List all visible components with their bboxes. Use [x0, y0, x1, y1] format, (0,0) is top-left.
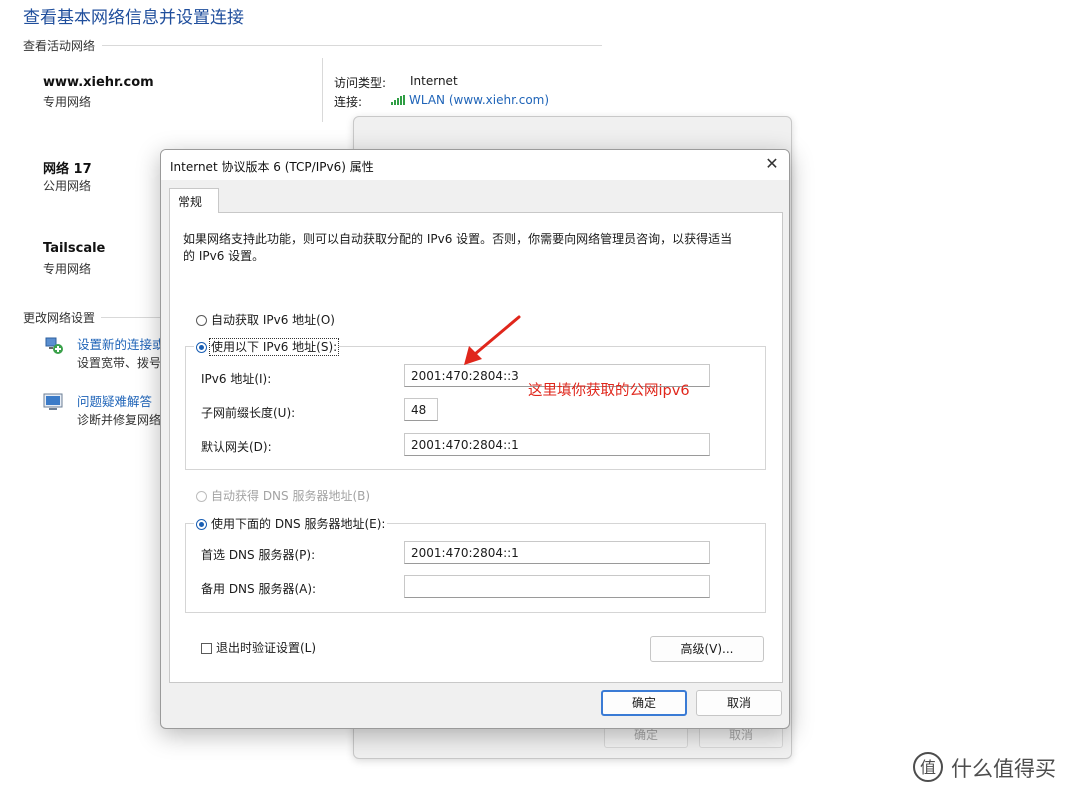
network-type[interactable]: 专用网络 — [43, 260, 91, 277]
network-type[interactable]: 专用网络 — [43, 93, 91, 110]
advanced-button[interactable]: 高级(V)... — [650, 636, 764, 662]
auto-dns-radio: 自动获得 DNS 服务器地址(B) — [196, 487, 370, 504]
gateway-input[interactable]: 2001:470:2804::1 — [404, 433, 710, 456]
watermark-text: 什么值得买 — [951, 757, 1056, 781]
dns-server-group — [185, 523, 766, 613]
radio-circle-selected — [196, 342, 207, 353]
watermark-logo-glyph: 值 — [920, 758, 936, 777]
manual-dns-label: 使用下面的 DNS 服务器地址(E): — [211, 517, 386, 531]
access-type-value: Internet — [410, 74, 458, 88]
setup-connection-link[interactable]: 设置新的连接或 — [77, 334, 165, 353]
red-arrow-icon — [464, 315, 521, 365]
auto-ipv6-radio[interactable]: 自动获取 IPv6 地址(O) — [196, 311, 335, 328]
network-name: 网络 17 — [43, 162, 92, 177]
wifi-signal-icon — [391, 95, 405, 105]
change-settings-header: 更改网络设置 — [23, 311, 96, 325]
radio-circle-disabled — [196, 491, 207, 502]
setup-connection-desc: 设置宽带、拨号 — [77, 356, 162, 370]
description-line: 如果网络支持此功能，则可以自动获取分配的 IPv6 设置。否则，你需要向网络管理… — [183, 232, 733, 246]
manual-dns-radio[interactable]: 使用下面的 DNS 服务器地址(E): — [194, 515, 388, 532]
troubleshoot-icon — [43, 393, 63, 410]
radio-circle-selected — [196, 519, 207, 530]
page-title: 查看基本网络信息并设置连接 — [23, 8, 244, 28]
ipv6-address-label: IPv6 地址(I): — [201, 372, 272, 386]
tab-general[interactable]: 常规 — [169, 188, 219, 213]
alternate-dns-label: 备用 DNS 服务器(A): — [201, 582, 317, 596]
active-networks-header: 查看活动网络 — [23, 39, 96, 53]
gateway-label: 默认网关(D): — [201, 440, 272, 454]
manual-ipv6-radio[interactable]: 使用以下 IPv6 地址(S): — [194, 338, 340, 356]
dialog-description: 如果网络支持此功能，则可以自动获取分配的 IPv6 设置。否则，你需要向网络管理… — [183, 231, 753, 265]
connection-label: 连接: — [334, 95, 363, 109]
preferred-dns-input[interactable]: 2001:470:2804::1 — [404, 541, 710, 564]
validate-on-exit-label: 退出时验证设置(L) — [216, 641, 317, 655]
ipv6-properties-dialog: Internet 协议版本 6 (TCP/IPv6) 属性 ✕ 常规 如果网络支… — [160, 149, 790, 729]
close-icon[interactable]: ✕ — [761, 153, 783, 175]
auto-dns-label: 自动获得 DNS 服务器地址(B) — [211, 489, 371, 503]
network-type[interactable]: 公用网络 — [43, 177, 91, 194]
description-line: 的 IPv6 设置。 — [183, 249, 265, 263]
network-name: Tailscale — [43, 241, 106, 256]
section-divider — [102, 45, 602, 46]
connection-value[interactable]: WLAN (www.xiehr.com) — [409, 93, 549, 107]
annotation-text: 这里填你获取的公网ipv6 — [528, 383, 690, 399]
cancel-button[interactable]: 取消 — [696, 690, 782, 716]
ok-button[interactable]: 确定 — [601, 690, 687, 716]
auto-ipv6-label: 自动获取 IPv6 地址(O) — [211, 313, 335, 327]
access-type-label: 访问类型: — [334, 76, 387, 90]
network-name: www.xiehr.com — [43, 75, 154, 90]
troubleshoot-link[interactable]: 问题疑难解答 — [77, 391, 152, 410]
manual-ipv6-label: 使用以下 IPv6 地址(S): — [208, 338, 340, 356]
radio-circle — [196, 315, 207, 326]
prefix-length-input[interactable]: 48 — [404, 398, 438, 421]
troubleshoot-desc: 诊断并修复网络 — [77, 413, 162, 427]
connection-link[interactable]: WLAN (www.xiehr.com) — [391, 93, 549, 107]
checkbox-box — [201, 643, 212, 654]
preferred-dns-label: 首选 DNS 服务器(P): — [201, 548, 316, 562]
prefix-length-label: 子网前缀长度(U): — [201, 406, 296, 420]
section-divider — [101, 317, 161, 318]
watermark-logo-icon: 值 — [913, 752, 943, 782]
dialog-title: Internet 协议版本 6 (TCP/IPv6) 属性 — [170, 160, 374, 174]
vertical-divider — [322, 58, 323, 122]
validate-on-exit-checkbox[interactable]: 退出时验证设置(L) — [201, 639, 316, 656]
alternate-dns-input[interactable] — [404, 575, 710, 598]
network-setup-icon — [45, 337, 63, 354]
